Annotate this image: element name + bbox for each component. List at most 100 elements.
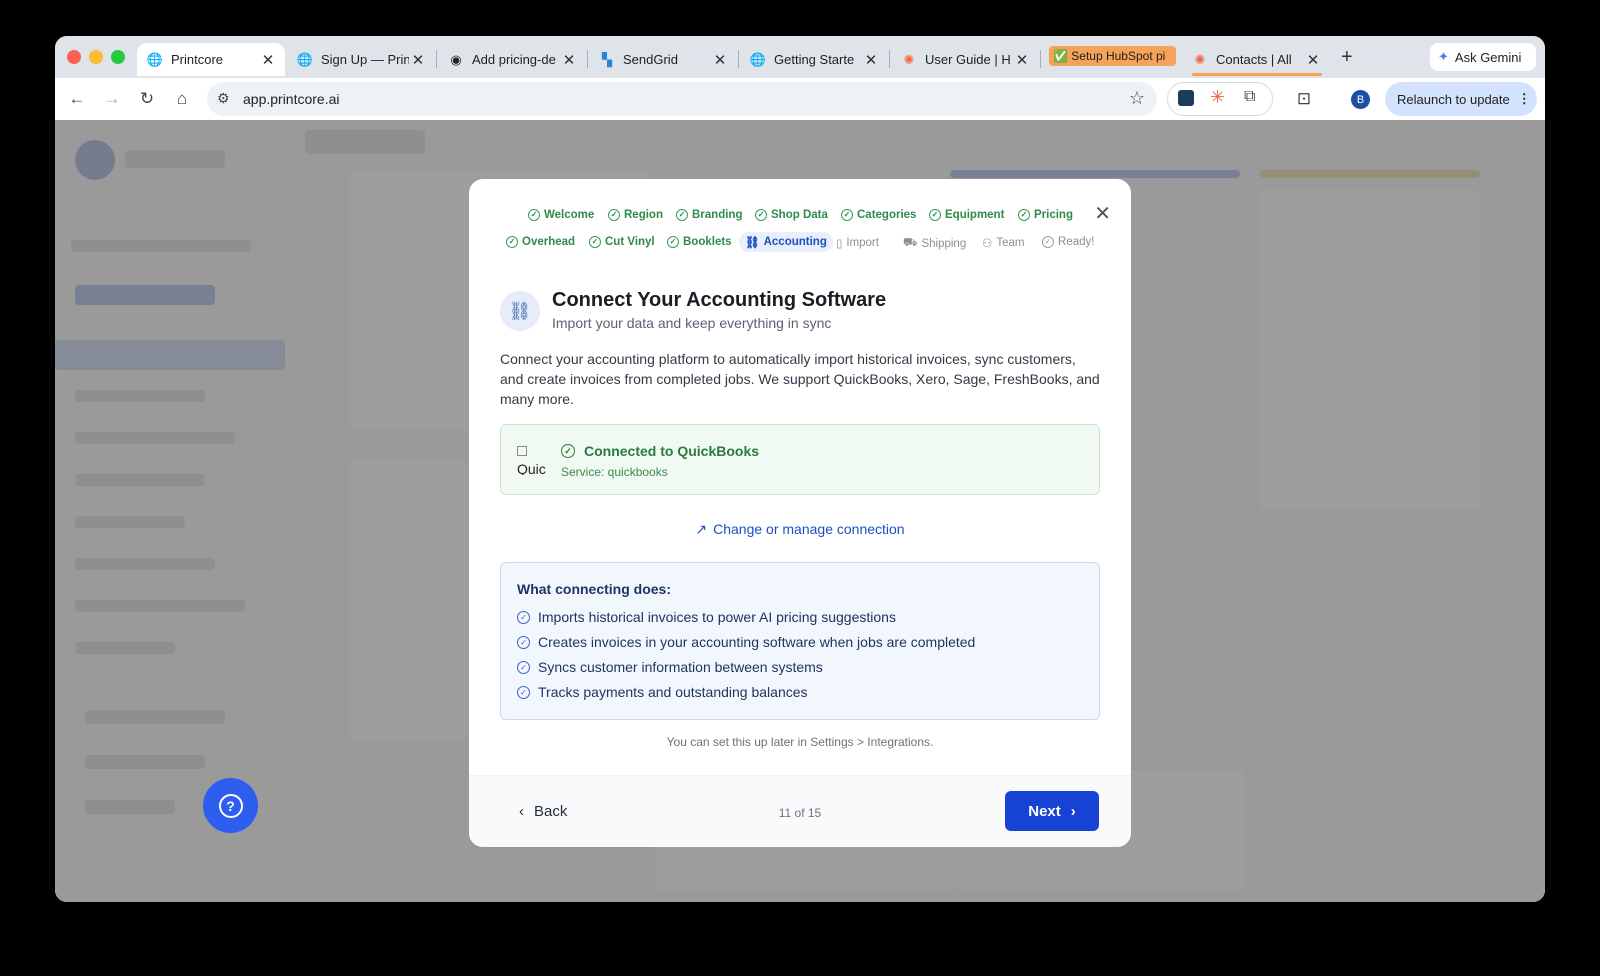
check-circle-icon: ✓: [755, 209, 767, 221]
list-item: ✓ Creates invoices in your accounting sof…: [517, 634, 975, 650]
sendgrid-icon: ▚: [602, 51, 612, 67]
step-accounting[interactable]: ⛓ Accounting: [739, 232, 833, 252]
check-circle-icon: ✓: [589, 236, 601, 248]
hubspot-icon: ✺: [1194, 51, 1206, 67]
profile-avatar[interactable]: B: [1351, 90, 1370, 109]
onboarding-modal: ✓ Welcome ✓ Region ✓ Branding ✓ Shop Data ✓ C…: [469, 179, 1131, 847]
modal-subtitle: Import your data and keep everything in …: [552, 315, 832, 331]
link-icon: ⛓: [745, 237, 760, 249]
tab-printcore[interactable]: 🌐 Printcore ✕: [137, 43, 285, 76]
close-icon[interactable]: ✕: [862, 51, 880, 69]
modal-description: Connect your accounting platform to auto…: [500, 351, 1100, 407]
extensions-group: ✳ ⧉: [1167, 82, 1273, 116]
new-tab-plus-icon[interactable]: +: [1341, 46, 1353, 69]
home-icon[interactable]: ⌂: [171, 88, 193, 110]
tab-github[interactable]: ◉ Add pricing-de ✕: [438, 43, 586, 76]
info-title: What connecting does:: [517, 581, 671, 597]
gemini-sparkle-icon: ✦: [1438, 49, 1449, 64]
github-icon: ◉: [450, 51, 462, 67]
claude-extension-icon[interactable]: ✳: [1210, 87, 1225, 108]
reload-icon[interactable]: ↻: [136, 88, 158, 110]
globe-icon: 🌐: [296, 51, 314, 67]
quickbooks-logo-broken-image: Quic: [517, 445, 549, 475]
tab-signup[interactable]: 🌐 Sign Up — Prin ✕: [287, 43, 435, 76]
step-shop-data[interactable]: ✓ Shop Data: [755, 209, 828, 221]
check-circle-icon: ✓: [517, 660, 530, 674]
browser-toolbar: ← → ↻ ⌂ ⚙ app.printcore.ai ☆ ✳ ⧉ ⊡ B Rel…: [55, 78, 1545, 120]
list-item: ✓ Imports historical invoices to power AI…: [517, 609, 896, 625]
change-connection-link[interactable]: ↗ Change or manage connection: [469, 521, 1131, 538]
step-team[interactable]: ⚇ Team: [982, 236, 1024, 250]
tab-group-setup-hubspot[interactable]: ✅ Setup HubSpot pi: [1049, 46, 1176, 66]
setup-later-note: You can set this up later in Settings > …: [666, 735, 934, 749]
chevron-right-icon: ›: [1070, 802, 1076, 820]
tab-search-icon[interactable]: ⊡: [1293, 88, 1315, 110]
list-item: ✓ Tracks payments and outstanding balance…: [517, 684, 808, 700]
connection-status-box: Quic ✓ Connected to QuickBooks Service: …: [500, 424, 1100, 495]
truck-icon: ⛟: [903, 237, 918, 249]
close-icon[interactable]: ✕: [409, 51, 427, 69]
address-bar[interactable]: ⚙ app.printcore.ai ☆: [207, 82, 1157, 116]
check-circle-icon: ✓: [517, 685, 530, 699]
info-box: What connecting does: ✓ Imports historica…: [500, 562, 1100, 720]
tab-getting-started[interactable]: 🌐 Getting Starte ✕: [740, 43, 888, 76]
relaunch-button[interactable]: Relaunch to update ⋮: [1385, 82, 1537, 116]
step-pricing[interactable]: ✓ Pricing: [1018, 209, 1073, 221]
next-button[interactable]: Next ›: [1005, 791, 1099, 831]
ask-gemini-button[interactable]: ✦ Ask Gemini: [1430, 43, 1536, 71]
step-ready[interactable]: ✓ Ready!: [1042, 236, 1094, 248]
modal-footer: ‹ Back 11 of 15 Next ›: [469, 775, 1131, 847]
check-circle-icon: ✓: [506, 236, 518, 248]
list-item: ✓ Syncs customer information between syst…: [517, 659, 823, 675]
step-welcome[interactable]: ✓ Welcome: [528, 209, 594, 221]
puzzle-icon[interactable]: ⧉: [1244, 88, 1255, 106]
check-circle-icon: ✓: [929, 209, 941, 221]
step-branding[interactable]: ✓ Branding: [676, 209, 742, 221]
globe-icon: 🌐: [146, 51, 164, 67]
tab-strip: 🌐 Printcore ✕ 🌐 Sign Up — Prin ✕ ◉ Add p…: [55, 36, 1545, 78]
check-circle-icon: ✓: [517, 610, 530, 624]
step-booklets[interactable]: ✓ Booklets: [667, 236, 732, 248]
step-region[interactable]: ✓ Region: [608, 209, 663, 221]
step-categories[interactable]: ✓ Categories: [841, 209, 916, 221]
back-arrow-icon[interactable]: ←: [66, 88, 88, 110]
external-link-icon: ↗: [695, 521, 708, 537]
connection-service: Service: quickbooks: [561, 465, 668, 479]
link-icon: ⛓: [500, 291, 540, 331]
step-import[interactable]: ▯ Import: [836, 236, 879, 250]
check-circle-icon: ✓: [676, 209, 688, 221]
forward-arrow-icon[interactable]: →: [101, 88, 123, 110]
close-window-button[interactable]: [67, 50, 81, 64]
close-icon[interactable]: ✕: [1094, 201, 1111, 226]
tab-sendgrid[interactable]: ▚ SendGrid ✕: [589, 43, 737, 76]
check-circle-icon: ✓: [1042, 236, 1054, 248]
maximize-window-button[interactable]: [111, 50, 125, 64]
check-circle-icon: ✓: [517, 635, 530, 649]
step-shipping[interactable]: ⛟ Shipping: [903, 236, 966, 251]
file-icon: ▯: [836, 238, 843, 250]
close-icon[interactable]: ✕: [560, 51, 578, 69]
close-icon[interactable]: ✕: [1304, 51, 1322, 69]
check-circle-icon: ✓: [667, 236, 679, 248]
minimize-window-button[interactable]: [89, 50, 103, 64]
connection-title: Connected to QuickBooks: [584, 443, 760, 459]
bookmark-star-icon[interactable]: ☆: [1129, 88, 1145, 109]
check-circle-icon: ✓: [528, 209, 540, 221]
more-menu-icon[interactable]: ⋮: [1518, 91, 1531, 107]
step-overhead[interactable]: ✓ Overhead: [506, 236, 575, 248]
site-settings-icon[interactable]: ⚙: [217, 90, 230, 107]
step-cut-vinyl[interactable]: ✓ Cut Vinyl: [589, 236, 655, 248]
close-icon[interactable]: ✕: [259, 51, 277, 69]
question-mark-icon: ?: [218, 793, 243, 818]
check-circle-icon: ✓: [608, 209, 620, 221]
url-text: app.printcore.ai: [243, 91, 340, 107]
close-icon[interactable]: ✕: [1013, 51, 1031, 69]
users-icon: ⚇: [982, 238, 993, 250]
check-circle-icon: ✓: [841, 209, 853, 221]
tab-user-guide[interactable]: ✺ User Guide | H ✕: [891, 43, 1039, 76]
close-icon[interactable]: ✕: [711, 51, 729, 69]
tab-contacts[interactable]: ✺ Contacts | All ✕: [1182, 43, 1330, 76]
step-equipment[interactable]: ✓ Equipment: [929, 209, 1004, 221]
help-button[interactable]: ?: [203, 778, 258, 833]
extension-icon[interactable]: [1178, 90, 1194, 106]
